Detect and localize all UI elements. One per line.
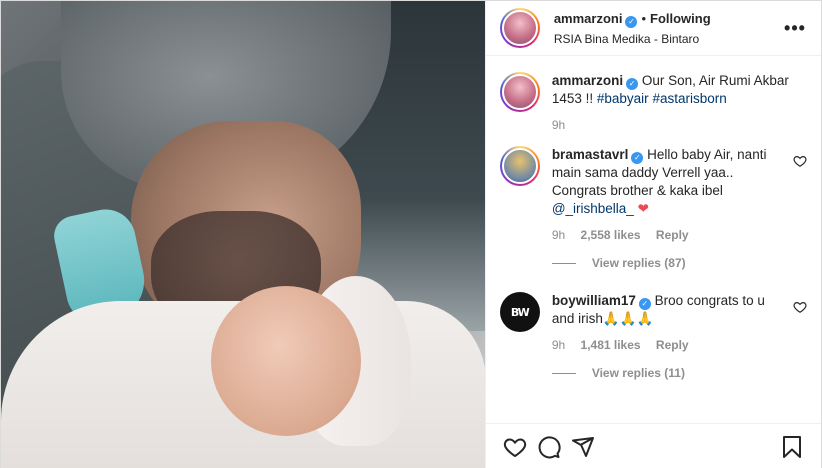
comment-item: bramastavrl ✓ Hello baby Air, nanti main … xyxy=(499,146,807,242)
author-info: ammarzoni ✓ • Following RSIA Bina Medika - … xyxy=(554,11,783,46)
view-replies-button[interactable]: View replies (11) xyxy=(551,366,807,380)
comment-time[interactable]: 9h xyxy=(552,228,565,242)
caption: ammarzoni ✓ Our Son, Air Rumi Akbar 1453 … xyxy=(499,72,807,132)
post-photo[interactable] xyxy=(1,1,485,468)
reply-button[interactable]: Reply xyxy=(656,228,689,242)
hashtag-astarisborn[interactable]: #astarisborn xyxy=(652,91,726,106)
bookmark-icon xyxy=(783,435,801,458)
verified-badge-icon: ✓ xyxy=(631,152,644,164)
caption-username[interactable]: ammarzoni xyxy=(552,73,623,88)
caption-avatar[interactable] xyxy=(499,72,540,112)
like-comment-heart-icon[interactable] xyxy=(793,300,807,314)
caption-body: ammarzoni ✓ Our Son, Air Rumi Akbar 1453 … xyxy=(552,72,807,132)
comment-body: boywilliam17 ✓ Broo congrats to u and iri… xyxy=(552,292,785,352)
caption-time[interactable]: 9h xyxy=(552,118,565,132)
verified-badge-icon: ✓ xyxy=(626,78,639,90)
more-options-icon[interactable]: ••• xyxy=(783,18,807,39)
following-button[interactable]: Following xyxy=(650,11,711,26)
comment-item: BW boywilliam17 ✓ Broo congrats to u and … xyxy=(499,292,807,352)
view-replies-label[interactable]: View replies (11) xyxy=(592,366,685,380)
red-heart-emoji: ❤ xyxy=(637,201,649,216)
post-header: ammarzoni ✓ • Following RSIA Bina Medika - … xyxy=(485,1,821,56)
commenter-username[interactable]: bramastavrl xyxy=(552,147,629,162)
like-button[interactable] xyxy=(498,430,532,464)
verified-badge-icon: ✓ xyxy=(638,298,651,310)
comment-text-block: boywilliam17 ✓ Broo congrats to u and iri… xyxy=(552,292,785,328)
view-replies-button[interactable]: View replies (87) xyxy=(551,256,807,270)
post-side-panel: ammarzoni ✓ • Following RSIA Bina Medika - … xyxy=(484,1,821,468)
commenter-avatar[interactable]: BW xyxy=(499,292,540,332)
reply-button[interactable]: Reply xyxy=(656,338,689,352)
instagram-post: ammarzoni ✓ • Following RSIA Bina Medika - … xyxy=(0,0,822,468)
verified-badge-icon: ✓ xyxy=(625,15,638,28)
share-icon xyxy=(571,436,594,457)
heart-icon xyxy=(503,437,526,457)
commenter-avatar[interactable] xyxy=(499,146,540,186)
comment-icon xyxy=(538,435,561,458)
action-bar xyxy=(485,423,821,468)
view-replies-label[interactable]: View replies (87) xyxy=(592,256,686,270)
mention-link[interactable]: @_irishbella_ xyxy=(552,201,634,216)
commenter-username[interactable]: boywilliam17 xyxy=(552,293,636,308)
like-comment-heart-icon[interactable] xyxy=(793,154,807,168)
save-button[interactable] xyxy=(775,430,809,464)
comment-body: bramastavrl ✓ Hello baby Air, nanti main … xyxy=(552,146,785,242)
comment-meta: 9h 1,481 likes Reply xyxy=(552,338,785,352)
photo-baby-face xyxy=(211,286,361,436)
comments-list: ammarzoni ✓ Our Son, Air Rumi Akbar 1453 … xyxy=(486,56,821,423)
share-button[interactable] xyxy=(566,430,600,464)
comment-button[interactable] xyxy=(532,430,566,464)
comment-likes[interactable]: 1,481 likes xyxy=(581,338,641,352)
author-username[interactable]: ammarzoni xyxy=(554,11,623,26)
hashtag-babyair[interactable]: #babyair xyxy=(597,91,649,106)
caption-text-block: ammarzoni ✓ Our Son, Air Rumi Akbar 1453 … xyxy=(552,72,807,108)
replies-line xyxy=(551,262,576,264)
replies-line xyxy=(551,372,576,374)
comment-time[interactable]: 9h xyxy=(552,338,565,352)
author-avatar[interactable] xyxy=(499,8,540,48)
separator-dot: • xyxy=(641,10,647,26)
praying-hands-emoji: 🙏🙏🙏 xyxy=(602,311,654,326)
comment-text-block: bramastavrl ✓ Hello baby Air, nanti main … xyxy=(552,146,785,218)
post-location[interactable]: RSIA Bina Medika - Bintaro xyxy=(554,32,783,46)
caption-meta: 9h xyxy=(552,118,807,132)
comment-likes[interactable]: 2,558 likes xyxy=(581,228,641,242)
comment-meta: 9h 2,558 likes Reply xyxy=(552,228,785,242)
